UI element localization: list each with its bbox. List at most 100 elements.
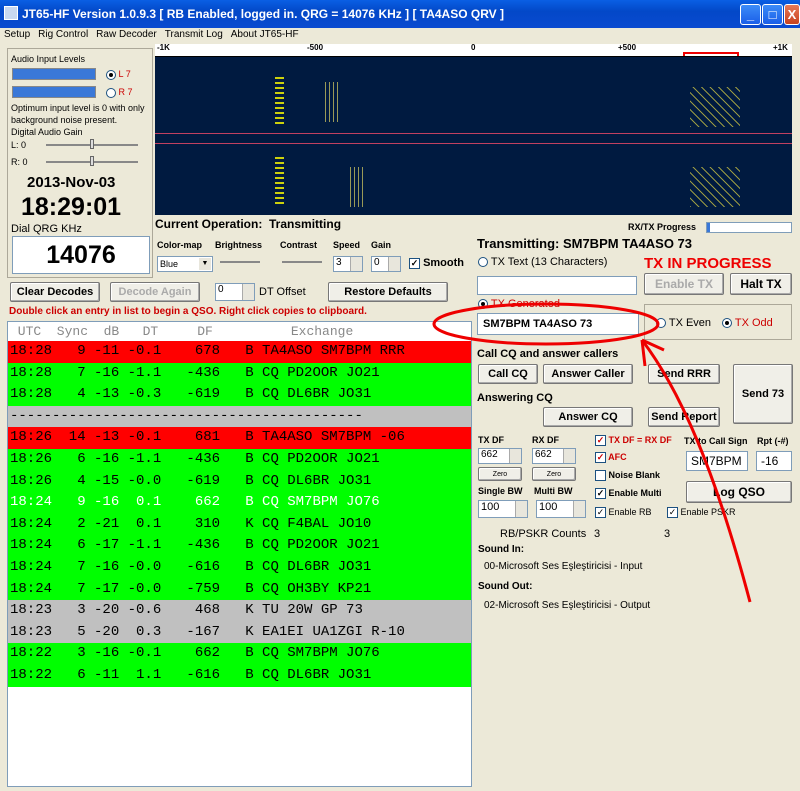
waterfall-divider (155, 143, 792, 144)
multi-bw-spinner[interactable]: 100 (536, 500, 586, 518)
scale-label-p500: +500 (618, 43, 637, 52)
rb-count: 3 (594, 528, 601, 540)
decode-row[interactable]: 18:22 3 -16 -0.1 662 B CQ SM7BPM JO76 (8, 643, 471, 665)
send-73-button[interactable]: Send 73 (733, 364, 793, 424)
menu-about[interactable]: About JT65-HF (231, 29, 299, 40)
scale-label-p1k: +1K (773, 43, 788, 52)
menu-bar: Setup Rig Control Raw Decoder Transmit Log A… (0, 28, 800, 44)
decode-hint: Double click an entry in list to begin a… (9, 306, 367, 317)
tx-odd-radio[interactable]: TX Odd (722, 317, 773, 329)
decode-row[interactable]: 18:24 7 -16 -0.0 -616 B CQ DL6BR JO31 (8, 556, 471, 579)
rx-df-spinner[interactable]: 662 (532, 448, 576, 464)
frequency-scale: -1K -500 0 +500 +1K (155, 43, 792, 57)
decode-row[interactable]: 18:28 7 -16 -1.1 -436 B CQ PD2OOR JO21 (8, 362, 471, 385)
menu-setup[interactable]: Setup (4, 29, 30, 40)
checkbox-icon (595, 470, 606, 482)
enable-multi-checkbox[interactable]: ✓ Enable Multi (595, 488, 662, 500)
colormap-select[interactable]: Blue ▼ (157, 256, 213, 272)
speed-label: Speed (333, 240, 361, 250)
waterfall-display[interactable] (155, 57, 792, 215)
enable-pskr-checkbox[interactable]: ✓ Enable PSKR (667, 507, 736, 519)
left-channel-radio[interactable]: L 7 (106, 69, 131, 80)
contrast-slider[interactable] (282, 261, 322, 263)
tx-text-input[interactable] (477, 276, 637, 295)
answer-caller-button[interactable]: Answer Caller (543, 364, 633, 384)
scale-label-zero: 0 (471, 43, 476, 52)
rx-df-zero-button[interactable]: Zero (532, 467, 576, 481)
dial-qrg-field[interactable]: 14076 (12, 236, 150, 274)
tx-in-progress: TX IN PROGRESS (644, 255, 772, 272)
send-rrr-button[interactable]: Send RRR (648, 364, 720, 384)
decode-row[interactable]: 18:28 9 -11 -0.1 678 B TA4ASO SM7BPM RRR (8, 341, 471, 363)
rxtx-progress-label: RX/TX Progress (628, 222, 697, 232)
radio-icon (106, 69, 116, 80)
decode-row[interactable]: 18:23 3 -20 -0.6 468 K TU 20W GP 73 (8, 600, 471, 622)
sound-in-device: 00-Microsoft Ses Eşleştiricisi - Input (484, 561, 643, 572)
smooth-checkbox[interactable]: ✓ Smooth (409, 257, 464, 269)
decode-again-button[interactable]: Decode Again (110, 282, 200, 302)
restore-defaults-button[interactable]: Restore Defaults (328, 282, 448, 302)
tx-generated-radio[interactable]: TX Generated (478, 298, 560, 310)
decode-row[interactable]: 18:24 6 -17 -1.1 -436 B CQ PD2OOR JO21 (8, 535, 471, 557)
halt-tx-button[interactable]: Halt TX (730, 273, 792, 295)
tx-even-radio[interactable]: TX Even (656, 317, 711, 329)
audio-levels-title: Audio Input Levels (11, 54, 86, 64)
decode-row[interactable]: 18:23 5 -20 0.3 -167 K EA1EI UA1ZGI R-10 (8, 621, 471, 644)
radio-icon (478, 257, 488, 268)
tx-df-zero-button[interactable]: Zero (478, 467, 522, 481)
decode-row[interactable]: 18:26 14 -13 -0.1 681 B TA4ASO SM7BPM -0… (8, 427, 471, 449)
right-gain-thumb[interactable] (90, 156, 94, 166)
radio-icon (106, 87, 116, 98)
decode-row[interactable]: 18:28 4 -13 -0.3 -619 B CQ DL6BR JO31 (8, 384, 471, 406)
rpt-field[interactable]: -16 (756, 451, 792, 471)
call-cq-button[interactable]: Call CQ (478, 364, 538, 384)
decode-row[interactable]: 18:22 6 -11 1.1 -616 B CQ DL6BR JO31 (8, 664, 471, 687)
menu-transmit-log[interactable]: Transmit Log (165, 29, 223, 40)
signal-trace (350, 167, 366, 207)
dt-offset-spinner[interactable]: 0 (215, 283, 255, 301)
enable-rb-checkbox[interactable]: ✓ Enable RB (595, 507, 652, 519)
tx-df-spinner[interactable]: 662 (478, 448, 522, 464)
minimize-button[interactable]: _ (740, 4, 761, 25)
maximize-button[interactable]: □ (762, 4, 783, 25)
afc-checkbox[interactable]: ✓ AFC (595, 452, 627, 464)
log-qso-button[interactable]: Log QSO (686, 481, 792, 503)
gain-spinner[interactable]: 0 (371, 256, 401, 272)
menu-raw-decoder[interactable]: Raw Decoder (96, 29, 157, 40)
enable-tx-button[interactable]: Enable TX (644, 273, 724, 295)
decodes-list[interactable]: UTC Sync dB DT DF Exchange 18:28 9 -11 -… (7, 321, 472, 787)
answering-cq-label: Answering CQ (477, 392, 553, 404)
right-channel-radio[interactable]: R 7 (106, 87, 133, 98)
radio-icon (478, 299, 488, 310)
decodes-header: UTC Sync dB DT DF Exchange (8, 322, 471, 341)
decode-row[interactable]: 18:24 7 -17 -0.0 -759 B CQ OH3BY KP21 (8, 578, 471, 601)
single-bw-label: Single BW (478, 486, 523, 496)
noise-blank-checkbox[interactable]: Noise Blank (595, 470, 660, 482)
close-button[interactable]: X (784, 4, 800, 25)
app-icon (4, 6, 18, 20)
decode-row[interactable]: 18:24 9 -16 0.1 662 B CQ SM7BPM JO76 (8, 492, 471, 514)
contrast-label: Contrast (280, 240, 318, 250)
check-icon: ✓ (595, 507, 606, 519)
gain-label: Gain (371, 240, 392, 250)
brightness-slider[interactable] (220, 261, 260, 263)
decode-row[interactable]: 18:26 6 -16 -1.1 -436 B CQ PD2OOR JO21 (8, 448, 471, 471)
menu-rig-control[interactable]: Rig Control (38, 29, 88, 40)
answer-cq-button[interactable]: Answer CQ (543, 407, 633, 427)
multi-bw-label: Multi BW (534, 486, 573, 496)
single-bw-spinner[interactable]: 100 (478, 500, 528, 518)
tx-eq-rx-checkbox[interactable]: ✓ TX DF = RX DF (595, 435, 672, 447)
decode-row[interactable]: ----------------------------------------… (8, 405, 471, 428)
send-report-button[interactable]: Send Report (648, 407, 720, 427)
input-level-note: Optimum input level is 0 with only backg… (11, 103, 145, 125)
tx-text-radio[interactable]: TX Text (13 Characters) (478, 256, 607, 268)
tx-message-field[interactable]: SM7BPM TA4ASO 73 (477, 313, 639, 335)
speed-spinner[interactable]: 3 (333, 256, 363, 272)
tx-to-call-field[interactable]: SM7BPM (686, 451, 748, 471)
left-gain-thumb[interactable] (90, 139, 94, 149)
rx-df-label: RX DF (532, 435, 559, 445)
decode-row[interactable]: 18:24 2 -21 0.1 310 K CQ F4BAL JO10 (8, 513, 471, 536)
decode-row[interactable]: 18:26 4 -15 -0.0 -619 B CQ DL6BR JO31 (8, 470, 471, 493)
rpt-label: Rpt (-#) (757, 436, 789, 446)
clear-decodes-button[interactable]: Clear Decodes (10, 282, 100, 302)
